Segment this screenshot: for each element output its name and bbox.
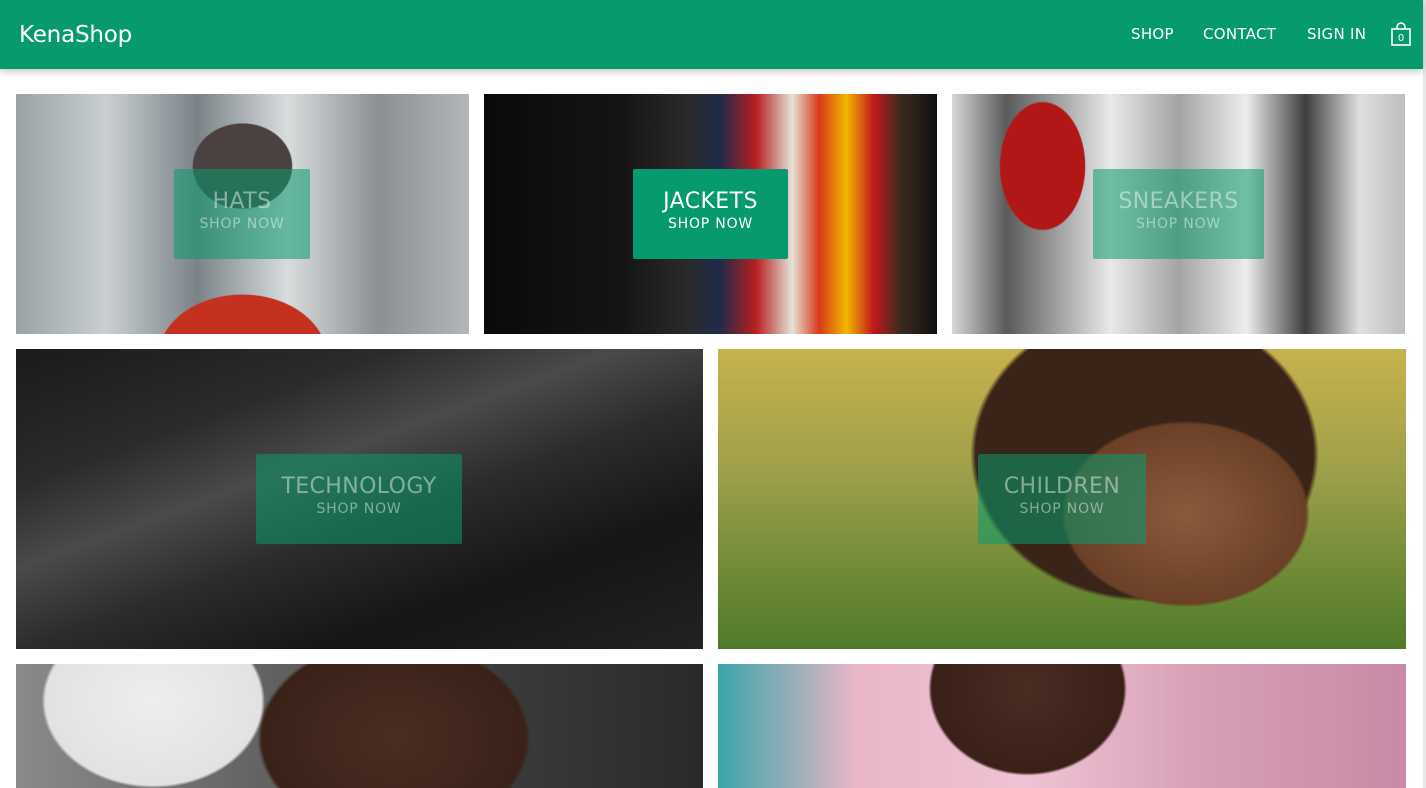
category-title: SNEAKERS xyxy=(1118,189,1239,214)
top-navigation-bar: KenaShop SHOP CONTACT SIGN IN 0 xyxy=(0,0,1423,69)
category-tile-children[interactable]: CHILDREN SHOP NOW xyxy=(718,349,1406,649)
category-label-box: JACKETS SHOP NOW xyxy=(633,169,788,259)
shop-now-label: SHOP NOW xyxy=(1135,216,1222,232)
category-tile-hats[interactable]: HATS SHOP NOW xyxy=(16,94,469,334)
shop-now-label: SHOP NOW xyxy=(316,501,402,517)
shop-now-label: SHOP NOW xyxy=(1019,501,1105,517)
cart-count: 0 xyxy=(1397,33,1405,44)
category-tile-womens[interactable] xyxy=(16,664,703,788)
category-tile-mens[interactable] xyxy=(718,664,1406,788)
category-title: TECHNOLOGY xyxy=(281,474,437,499)
nav-shop-link[interactable]: SHOP xyxy=(1131,25,1174,43)
mens-image xyxy=(718,664,1406,788)
category-tile-jackets[interactable]: JACKETS SHOP NOW xyxy=(484,94,937,334)
category-title: JACKETS xyxy=(663,189,758,214)
category-title: HATS xyxy=(212,189,272,214)
nav-contact-link[interactable]: CONTACT xyxy=(1203,25,1276,43)
category-label-box: TECHNOLOGY SHOP NOW xyxy=(256,454,462,544)
category-title: CHILDREN xyxy=(1003,474,1121,499)
shop-now-label: SHOP NOW xyxy=(199,216,285,232)
nav-sign-in-link[interactable]: SIGN IN xyxy=(1307,25,1366,43)
category-label-box: CHILDREN SHOP NOW xyxy=(978,454,1146,544)
category-tile-technology[interactable]: TECHNOLOGY SHOP NOW xyxy=(16,349,703,649)
category-label-box: SNEAKERS SHOP NOW xyxy=(1093,169,1264,259)
category-tile-sneakers[interactable]: SNEAKERS SHOP NOW xyxy=(952,94,1405,334)
shop-now-label: SHOP NOW xyxy=(667,216,754,232)
site-logo[interactable]: KenaShop xyxy=(19,22,132,48)
womens-image xyxy=(16,664,703,788)
cart-button[interactable]: 0 xyxy=(1390,21,1412,47)
category-label-box: HATS SHOP NOW xyxy=(174,169,310,259)
